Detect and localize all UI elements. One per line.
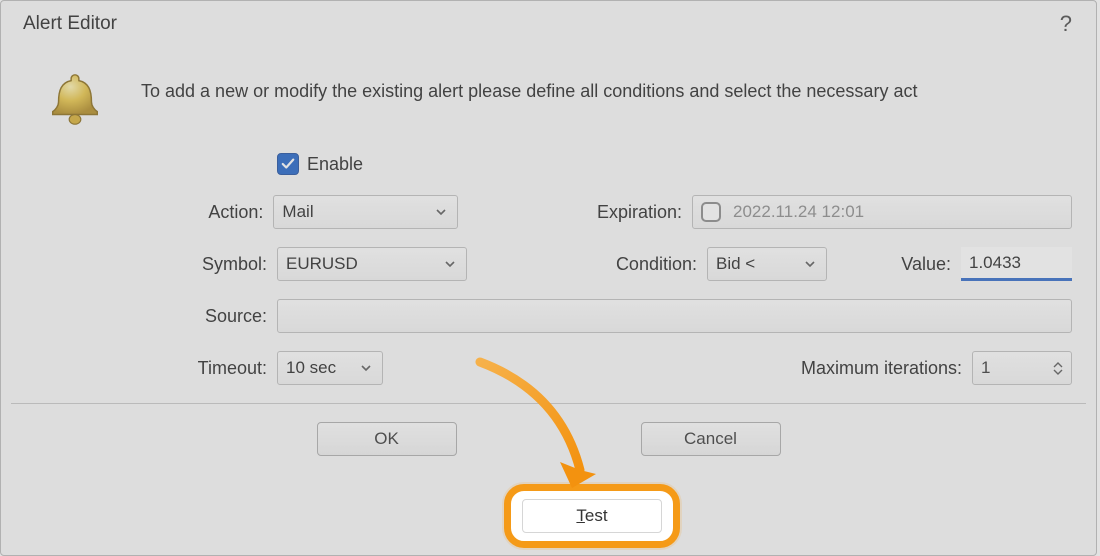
alert-editor-dialog: Alert Editor ? To add a new or (0, 0, 1097, 556)
button-bar: OK Cancel (1, 404, 1096, 480)
enable-row: Enable (277, 153, 1072, 175)
titlebar: Alert Editor ? (1, 1, 1096, 45)
help-button[interactable]: ? (1054, 11, 1078, 37)
chevron-down-icon (442, 258, 458, 270)
timeout-label: Timeout: (147, 358, 267, 379)
ok-label: OK (374, 429, 399, 449)
condition-combo[interactable]: Bid < (707, 247, 827, 281)
max-iter-label: Maximum iterations: (801, 358, 962, 379)
intro-row: To add a new or modify the existing aler… (37, 69, 1072, 131)
symbol-combo[interactable]: EURUSD (277, 247, 467, 281)
expiration-field[interactable]: 2022.11.24 12:01 (692, 195, 1072, 229)
enable-checkbox[interactable] (277, 153, 299, 175)
spinner-updown-icon[interactable] (1053, 361, 1063, 376)
test-button[interactable]: Test (522, 499, 662, 533)
action-value: Mail (282, 202, 433, 222)
chevron-down-icon (358, 362, 374, 374)
row-action: Action: Mail Expiration: 2022.11.24 12:0… (147, 195, 1072, 229)
chevron-down-icon (433, 206, 449, 218)
row-timeout: Timeout: 10 sec Maximum iterations: 1 (147, 351, 1072, 385)
row-source: Source: (147, 299, 1072, 333)
enable-label: Enable (307, 154, 363, 175)
max-iter-spinner[interactable]: 1 (972, 351, 1072, 385)
expiration-label: Expiration: (575, 202, 682, 223)
dialog-content: To add a new or modify the existing aler… (1, 45, 1096, 385)
form-area: Enable Action: Mail Expiration: 2022.11.… (37, 153, 1072, 385)
dialog-title: Alert Editor (23, 13, 117, 35)
source-input[interactable] (277, 299, 1072, 333)
row-symbol: Symbol: EURUSD Condition: Bid < Value: 1… (147, 247, 1072, 281)
value-input[interactable]: 1.0433 (961, 247, 1072, 281)
value-label: Value: (887, 254, 951, 275)
expiration-text: 2022.11.24 12:01 (733, 202, 864, 222)
action-combo[interactable]: Mail (273, 195, 458, 229)
ok-button[interactable]: OK (317, 422, 457, 456)
timeout-value: 10 sec (286, 358, 358, 378)
condition-value: Bid < (716, 254, 802, 274)
condition-label: Condition: (587, 254, 697, 275)
symbol-label: Symbol: (147, 254, 267, 275)
source-label: Source: (147, 306, 267, 327)
action-label: Action: (147, 202, 263, 223)
chevron-down-icon (802, 258, 818, 270)
expiration-checkbox[interactable] (701, 202, 721, 222)
test-button-highlight: Test (504, 484, 680, 548)
intro-text: To add a new or modify the existing aler… (141, 69, 917, 102)
cancel-label: Cancel (684, 429, 737, 449)
test-label: Test (576, 506, 607, 526)
value-text: 1.0433 (969, 253, 1021, 273)
bell-icon (37, 69, 113, 131)
timeout-combo[interactable]: 10 sec (277, 351, 383, 385)
test-label-rest: est (585, 506, 608, 525)
symbol-value: EURUSD (286, 254, 442, 274)
max-iter-value: 1 (981, 358, 1053, 378)
cancel-button[interactable]: Cancel (641, 422, 781, 456)
